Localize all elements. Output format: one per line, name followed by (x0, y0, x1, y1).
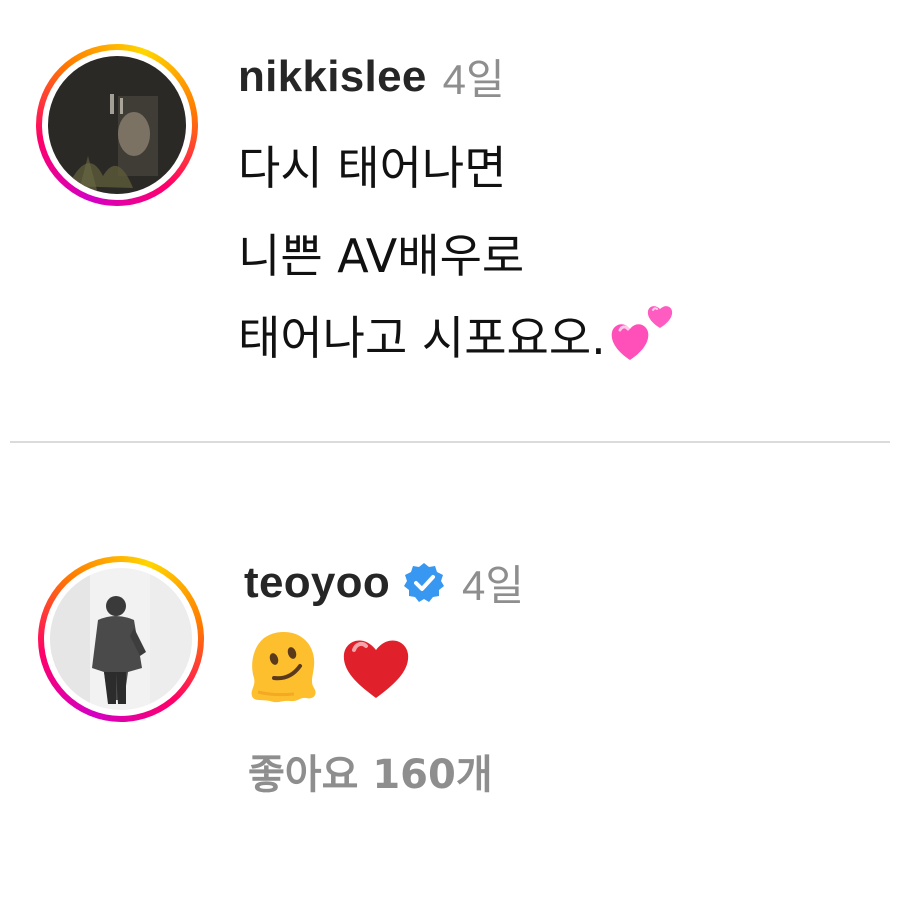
likes-count[interactable]: 좋아요 160개 (248, 742, 493, 800)
melting-face-icon (244, 626, 324, 706)
red-heart-icon (338, 628, 414, 704)
comment-text-line: 니쁜 AV배우로 (238, 229, 525, 283)
avatar[interactable] (38, 556, 204, 722)
avatar[interactable] (36, 44, 198, 206)
comment-text-line: 다시 태어나면 (238, 141, 507, 195)
two-hearts-icon (608, 296, 680, 368)
comment-header: nikkislee 4일 (238, 46, 505, 107)
comment-divider (10, 441, 890, 443)
verified-badge-icon (402, 561, 446, 605)
comment-text (244, 626, 414, 706)
timestamp: 4일 (462, 562, 525, 609)
avatar-photo (48, 56, 186, 194)
avatar-photo (50, 568, 192, 710)
username[interactable]: teoyoo (244, 558, 390, 608)
username[interactable]: nikkislee (238, 52, 427, 102)
comment-header: teoyoo 4일 (244, 552, 524, 613)
comment-text-line: 태어나고 시포요오. (238, 302, 680, 378)
comment-text-line-content: 태어나고 시포요오. (238, 311, 606, 365)
timestamp: 4일 (442, 56, 505, 103)
comment-item: nikkislee 4일 다시 태어나면 니쁜 AV배우로 태어나고 시포요오. (0, 0, 900, 440)
